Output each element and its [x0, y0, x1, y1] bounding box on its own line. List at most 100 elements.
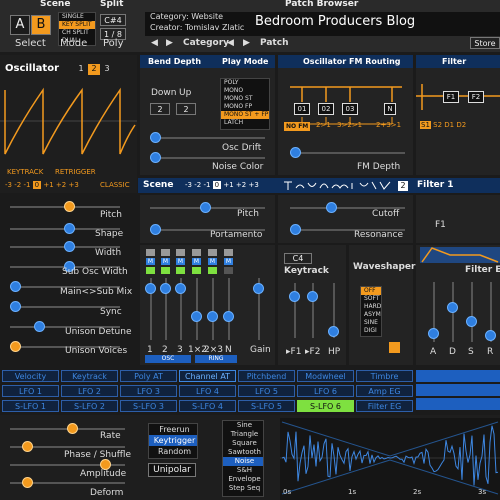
fm-depth-knob[interactable] [290, 147, 301, 158]
lfo-shape-triangle[interactable]: Triangle [223, 430, 263, 439]
mode-single[interactable]: SINGLE [59, 13, 95, 21]
lfo-shape-noise[interactable]: Noise [223, 457, 263, 466]
lfo-shape-step-seq[interactable]: Step Seq [223, 484, 263, 493]
filter-eg-s-knob[interactable] [466, 316, 477, 327]
osc-drift-knob[interactable] [150, 132, 161, 143]
mixer-route-button[interactable] [176, 267, 185, 274]
filter-config-s1[interactable]: S1 [420, 121, 431, 129]
play-mode-mono-st[interactable]: MONO ST [221, 95, 269, 103]
waveshaper-preview-icon[interactable] [389, 342, 400, 353]
mod-source-lfo-4[interactable]: LFO 4 [179, 385, 236, 397]
mixer-solo-button[interactable]: M [224, 258, 233, 265]
waveshaper-sine[interactable]: SINE [361, 319, 381, 327]
mod-source-modwheel[interactable]: Modwheel [297, 370, 354, 382]
waveshaper-asym[interactable]: ASYM [361, 311, 381, 319]
filter-config-d2[interactable]: D2 [456, 121, 466, 129]
fm-nofm-option[interactable]: NO FM [284, 122, 311, 131]
lfo-shape-menu[interactable]: Sine Triangle Square Sawtooth Noise S&H … [222, 420, 264, 497]
keytrack-f1-knob[interactable] [289, 291, 300, 302]
mixer-solo-button[interactable]: M [146, 258, 155, 265]
scene-pitch-knob[interactable] [200, 202, 211, 213]
scene-a-button[interactable]: A [10, 15, 30, 35]
osc-octave--1[interactable]: -1 [23, 181, 30, 189]
filter-type-icons[interactable] [282, 180, 394, 191]
play-mode-menu[interactable]: POLY MONO MONO ST MONO FP MONO ST + FP L… [220, 78, 270, 130]
lfo-deform-knob[interactable] [22, 477, 33, 488]
noise-color-knob[interactable] [150, 152, 161, 163]
mixer-mute-button[interactable] [192, 249, 201, 256]
play-mode-mono[interactable]: MONO [221, 87, 269, 95]
lfo-shape-envelope[interactable]: Envelope [223, 475, 263, 484]
osc-mix-knob[interactable] [10, 281, 21, 292]
mixer-solo-button[interactable]: M [161, 258, 170, 265]
mixer-fader-knob-23[interactable] [207, 311, 218, 322]
mixer-fader-knob-1[interactable] [145, 283, 156, 294]
osc-pitch-knob[interactable] [64, 201, 75, 212]
filter-eg-r-knob[interactable] [485, 330, 496, 341]
retrigger-toggle[interactable]: RETRIGGER [55, 168, 96, 176]
mixer-route-button[interactable] [208, 267, 217, 274]
osc-octave-+2[interactable]: +2 [56, 181, 66, 189]
lfo-shape-sh[interactable]: S&H [223, 466, 263, 475]
filter-eg-a-knob[interactable] [428, 328, 439, 339]
keytrack-f2-knob[interactable] [307, 291, 318, 302]
lfo-trigger-random[interactable]: Random [149, 446, 197, 457]
mod-source-lfo-6[interactable]: LFO 6 [297, 385, 354, 397]
mod-source-s-lfo-6[interactable]: S-LFO 6 [297, 400, 354, 412]
waveshaper-digi[interactable]: DIGI [361, 327, 381, 335]
hp-knob[interactable] [328, 326, 339, 337]
category-prev-icon[interactable]: ◀ [151, 38, 158, 48]
mixer-route-button[interactable] [224, 267, 233, 274]
mode-ch-split[interactable]: CH SPLIT [59, 29, 95, 37]
mod-source-amp-eg[interactable]: Amp EG [356, 385, 413, 397]
play-mode-poly[interactable]: POLY [221, 79, 269, 87]
mode-key-split[interactable]: KEY SPLIT [59, 21, 95, 29]
mod-source-lfo-5[interactable]: LFO 5 [238, 385, 295, 397]
lfo-rate-knob[interactable] [67, 423, 78, 434]
lfo-shape-square[interactable]: Square [223, 439, 263, 448]
lfo-phase-knob[interactable] [22, 441, 33, 452]
osc-type-dropdown[interactable]: CLASSIC [100, 181, 130, 189]
osc-detune-knob[interactable] [34, 321, 45, 332]
mixer-solo-button[interactable]: M [176, 258, 185, 265]
osc-sync-knob[interactable] [10, 301, 21, 312]
mod-source-lfo-3[interactable]: LFO 3 [120, 385, 177, 397]
scene-octave--1[interactable]: -1 [203, 181, 210, 189]
fm-route-2-1[interactable]: 2>1 [316, 121, 331, 129]
mixer-fader-knob-12[interactable] [191, 311, 202, 322]
mixer-mute-button[interactable] [208, 249, 217, 256]
mod-source-s-lfo-4[interactable]: S-LFO 4 [179, 400, 236, 412]
fm-route-3-2-1[interactable]: 3>2>1 [337, 121, 362, 129]
osc-shape-knob[interactable] [64, 223, 75, 234]
fm-route-2-3-1[interactable]: 2+3>1 [376, 121, 401, 129]
mixer-route-button[interactable] [161, 267, 170, 274]
mod-source-channel-at[interactable]: Channel AT [179, 370, 236, 382]
mod-source-pitchbend[interactable]: Pitchbend [238, 370, 295, 382]
mod-source-poly-at[interactable]: Poly AT [120, 370, 177, 382]
bend-down-field[interactable]: 2 [150, 103, 170, 115]
waveshaper-hard[interactable]: HARD [361, 303, 381, 311]
filter-config-s2[interactable]: S2 [433, 121, 442, 129]
waveshaper-soft[interactable]: SOFT [361, 295, 381, 303]
scene-octave-+2[interactable]: +2 [236, 181, 246, 189]
scene-octave-0[interactable]: 0 [212, 181, 222, 189]
scene-octave--2[interactable]: -2 [194, 181, 201, 189]
waveshaper-off[interactable]: OFF [361, 287, 381, 295]
osc-octave--2[interactable]: -2 [14, 181, 21, 189]
bend-up-field[interactable]: 2 [176, 103, 196, 115]
store-button[interactable]: Store [470, 37, 500, 49]
osc-width-knob[interactable] [64, 241, 75, 252]
patch-next-icon[interactable]: ▶ [243, 38, 250, 48]
osc-octave-+1[interactable]: +1 [43, 181, 53, 189]
mixer-fader-knob-3[interactable] [175, 283, 186, 294]
play-mode-latch[interactable]: LATCH [221, 119, 269, 127]
unipolar-button[interactable]: Unipolar [148, 463, 196, 477]
mixer-fader-knob-N[interactable] [223, 311, 234, 322]
mod-source-filter-eg[interactable]: Filter EG [356, 400, 413, 412]
mixer-mute-button[interactable] [176, 249, 185, 256]
scene-b-button[interactable]: B [31, 15, 51, 35]
mod-source-velocity[interactable]: Velocity [2, 370, 59, 382]
split-note-field[interactable]: C#4 [100, 14, 126, 26]
patch-prev-icon[interactable]: ◀ [227, 38, 234, 48]
mod-source-s-lfo-5[interactable]: S-LFO 5 [238, 400, 295, 412]
